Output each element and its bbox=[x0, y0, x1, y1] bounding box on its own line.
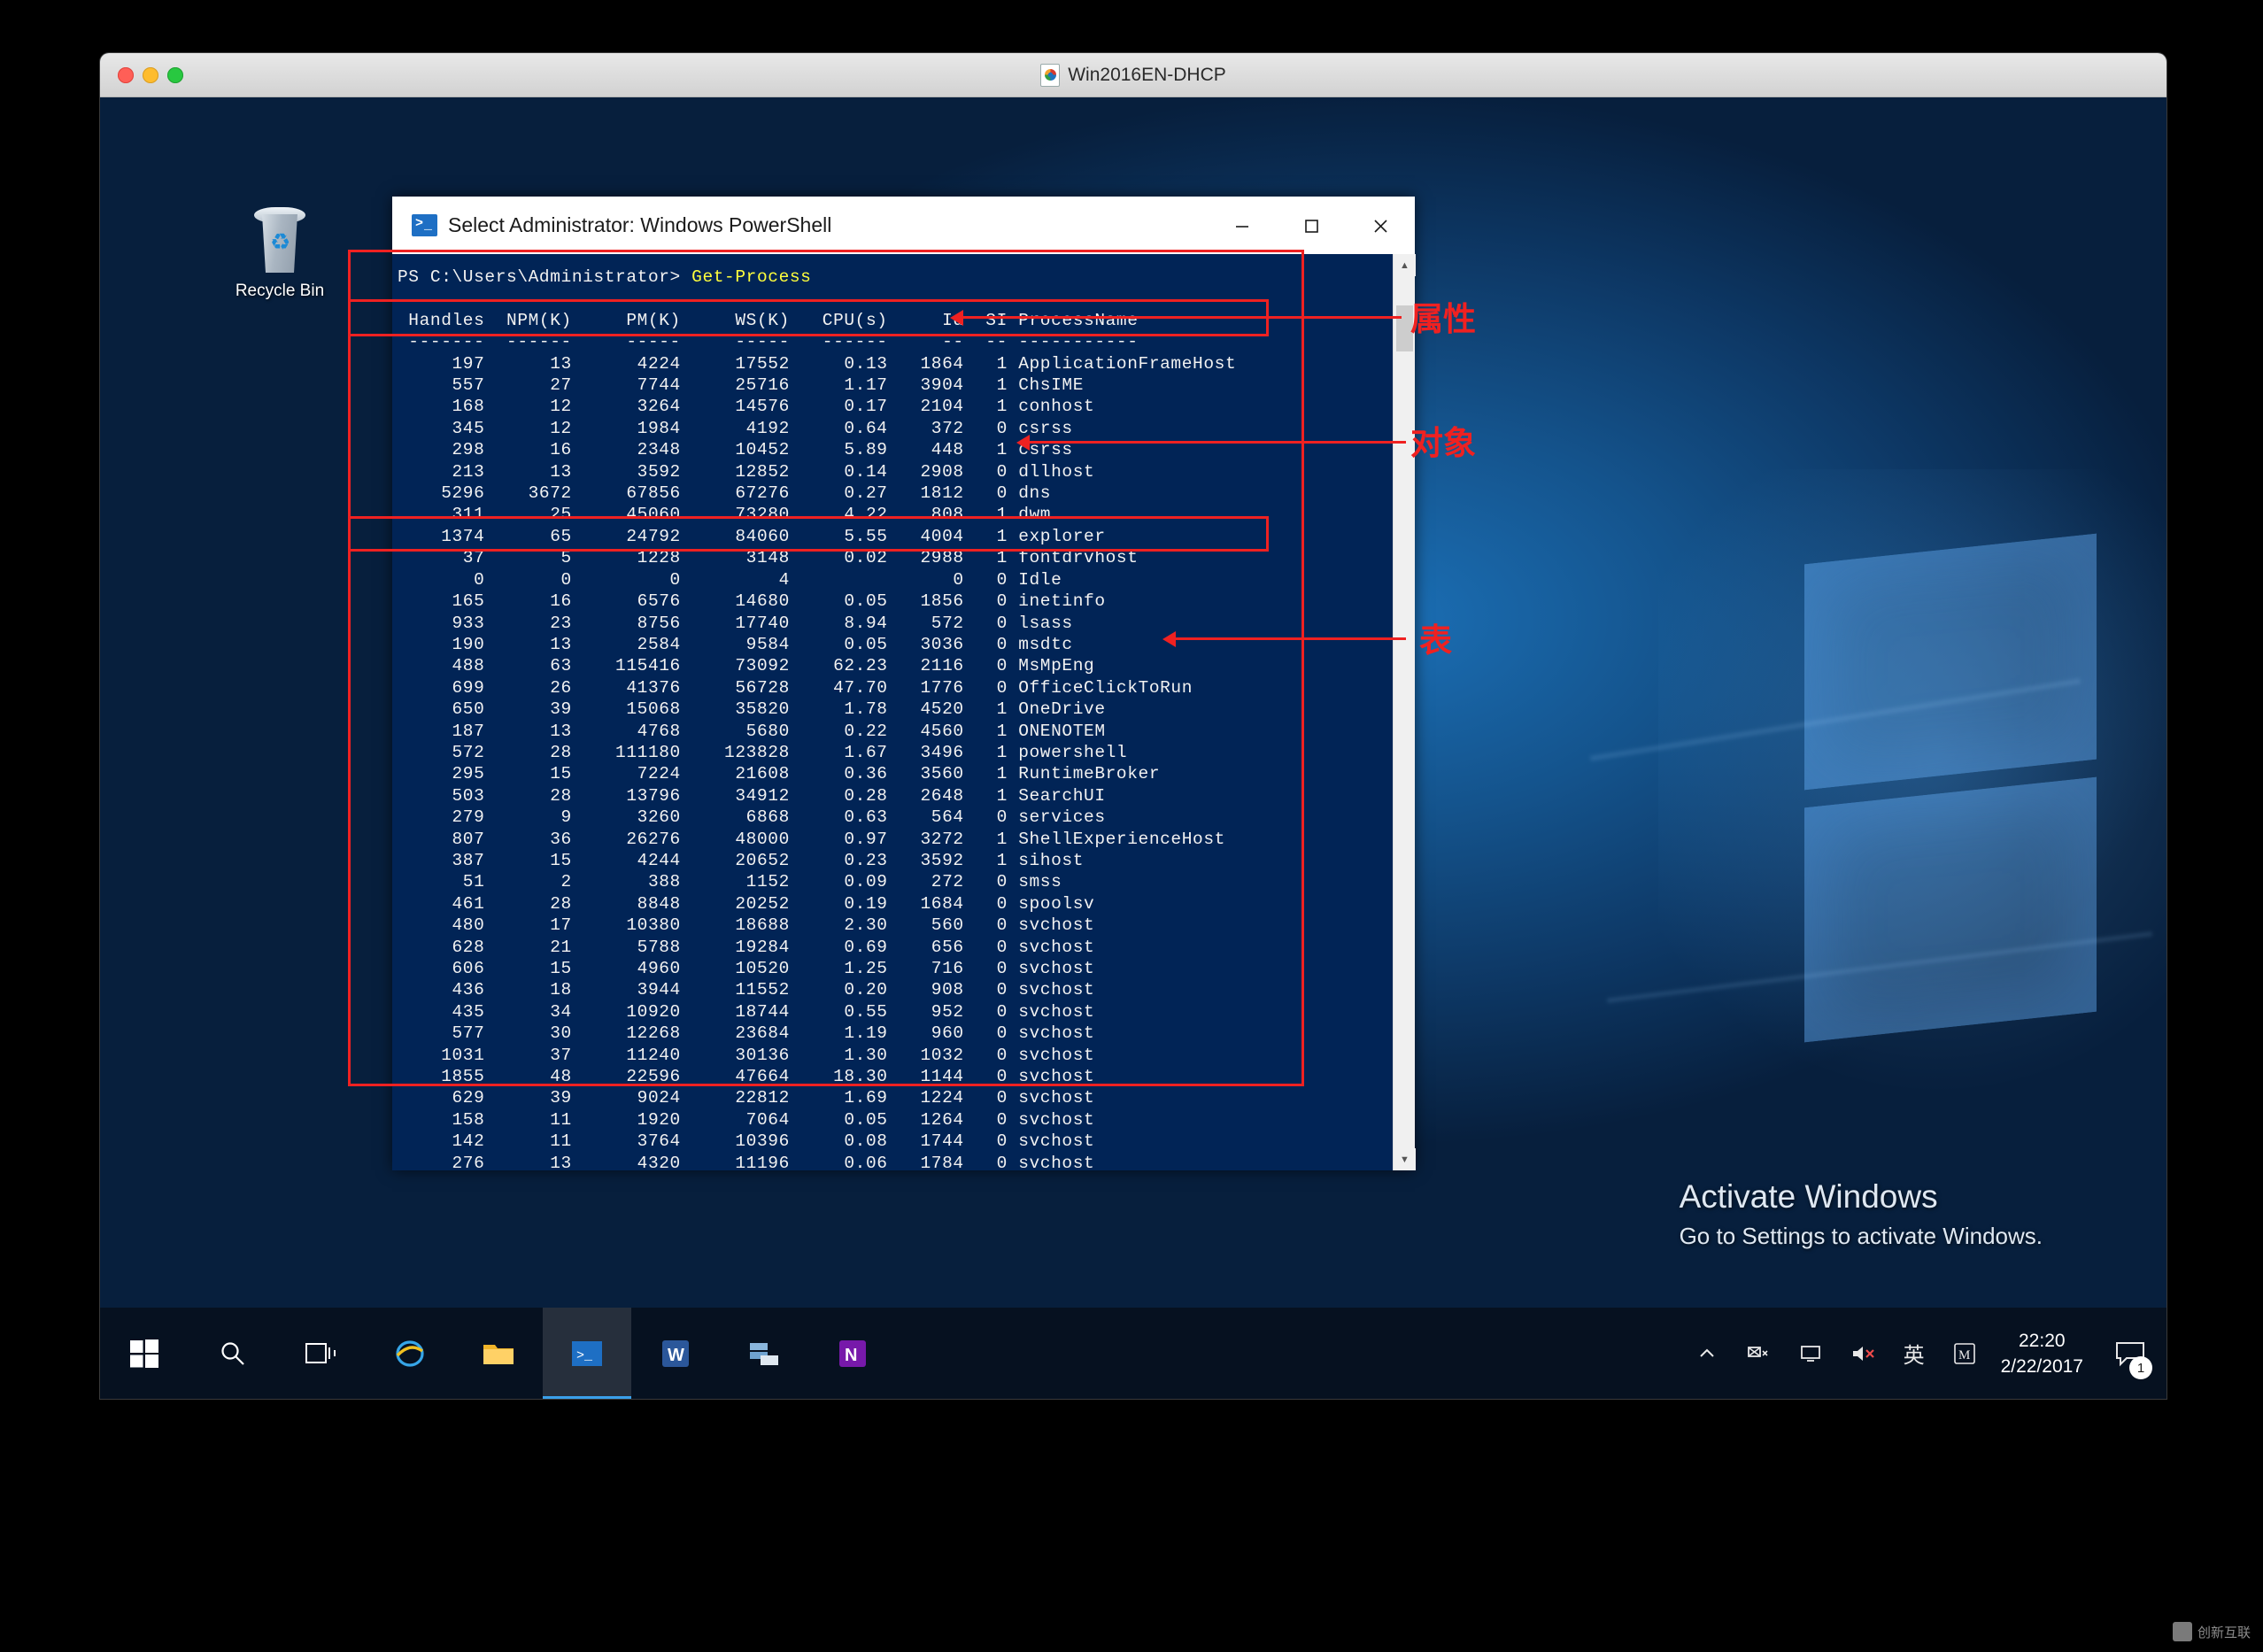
task-view-button[interactable] bbox=[277, 1308, 366, 1399]
watermark-logo-icon bbox=[2172, 1622, 2192, 1641]
windows-desktop: ♻ Recycle Bin Select Administrator: Wind… bbox=[100, 97, 2166, 1399]
windows-taskbar: >_ W N 英 M 22:20 2/22/2017 1 bbox=[100, 1308, 2166, 1399]
onenote-button[interactable]: N bbox=[808, 1308, 897, 1399]
powershell-window: Select Administrator: Windows PowerShell… bbox=[392, 197, 1416, 1170]
display-icon[interactable] bbox=[1785, 1343, 1836, 1364]
ime-language-icon[interactable]: 英 bbox=[1889, 1338, 1939, 1369]
close-window-button[interactable] bbox=[118, 67, 134, 83]
svg-text:M: M bbox=[1958, 1348, 1970, 1363]
vm-app-icon bbox=[1040, 63, 1061, 87]
clock-date: 2/22/2017 bbox=[2000, 1355, 2083, 1377]
watermark-text: 创新互联 bbox=[2197, 1625, 2251, 1640]
scroll-down-arrow-icon[interactable]: ▼ bbox=[1394, 1148, 1416, 1170]
annotation-label-object: 对象 bbox=[1410, 424, 1476, 462]
activate-windows-watermark: Activate Windows Go to Settings to activ… bbox=[1680, 1178, 2043, 1250]
notification-center-button[interactable]: 1 bbox=[2101, 1308, 2159, 1399]
internet-explorer-button[interactable] bbox=[366, 1308, 454, 1399]
powershell-scrollbar[interactable]: ▲ ▼ bbox=[1393, 254, 1416, 1170]
annotation-arrow-object-icon bbox=[1016, 435, 1030, 451]
annotation-arrow-table-icon bbox=[1162, 631, 1176, 647]
server-manager-button[interactable] bbox=[720, 1308, 808, 1399]
virtual-machine-window: Win2016EN-DHCP ♻ Recycle Bin Select Admi… bbox=[100, 53, 2166, 1399]
recycle-bin-label: Recycle Bin bbox=[235, 282, 325, 300]
powershell-icon bbox=[412, 214, 437, 236]
wallpaper-window-pane-bottom bbox=[1804, 776, 2097, 1043]
recycle-bin-icon: ♻ bbox=[245, 204, 314, 276]
ime-mode-icon[interactable]: M bbox=[1939, 1342, 1990, 1365]
svg-text:N: N bbox=[845, 1346, 857, 1365]
scroll-up-arrow-icon[interactable]: ▲ bbox=[1394, 254, 1416, 276]
powershell-taskbar-button[interactable]: >_ bbox=[543, 1308, 631, 1399]
powershell-maximize-button[interactable] bbox=[1277, 197, 1346, 254]
mac-title-group: Win2016EN-DHCP bbox=[1040, 63, 1226, 87]
taskbar-clock[interactable]: 22:20 2/22/2017 bbox=[1990, 1328, 2101, 1379]
volume-muted-icon[interactable] bbox=[1836, 1343, 1889, 1364]
svg-text:W: W bbox=[668, 1346, 684, 1365]
powershell-titlebar[interactable]: Select Administrator: Windows PowerShell bbox=[392, 197, 1415, 254]
annotation-label-table: 表 bbox=[1419, 621, 1452, 660]
annotation-leader-properties bbox=[959, 316, 1402, 319]
vm-window-title: Win2016EN-DHCP bbox=[1068, 64, 1226, 85]
mac-titlebar: Win2016EN-DHCP bbox=[100, 53, 2166, 97]
window-traffic-lights[interactable] bbox=[118, 67, 183, 83]
word-button[interactable]: W bbox=[631, 1308, 720, 1399]
activate-windows-title: Activate Windows bbox=[1679, 1178, 1938, 1215]
powershell-console-output: PS C:\Users\Administrator> Get-Process H… bbox=[398, 267, 1237, 1170]
powershell-window-title: Select Administrator: Windows PowerShell bbox=[448, 213, 832, 236]
maximize-window-button[interactable] bbox=[167, 67, 183, 83]
notification-badge: 1 bbox=[2129, 1356, 2152, 1379]
annotation-leader-object bbox=[1025, 441, 1406, 444]
wallpaper-window-pane-top bbox=[1804, 533, 2097, 791]
desktop-icon-recycle-bin[interactable]: ♻ Recycle Bin bbox=[213, 204, 346, 301]
minimize-window-button[interactable] bbox=[143, 67, 158, 83]
file-explorer-button[interactable] bbox=[454, 1308, 543, 1399]
start-button[interactable] bbox=[100, 1308, 189, 1399]
svg-text:>_: >_ bbox=[576, 1348, 593, 1363]
powershell-console-body[interactable]: PS C:\Users\Administrator> Get-Process H… bbox=[392, 254, 1415, 1170]
powershell-minimize-button[interactable] bbox=[1208, 197, 1277, 254]
network-icon[interactable] bbox=[1732, 1343, 1785, 1364]
activate-windows-subtitle: Go to Settings to activate Windows. bbox=[1679, 1223, 2043, 1249]
annotation-label-properties: 属性 bbox=[1410, 300, 1476, 338]
annotation-leader-table bbox=[1171, 637, 1406, 640]
search-button[interactable] bbox=[189, 1308, 277, 1399]
annotation-arrow-properties-icon bbox=[950, 310, 963, 326]
system-tray: 英 M 22:20 2/22/2017 1 bbox=[1682, 1308, 2166, 1399]
show-hidden-icons-button[interactable] bbox=[1682, 1343, 1732, 1364]
powershell-close-button[interactable] bbox=[1346, 197, 1415, 254]
site-watermark: 创新互联 bbox=[2172, 1622, 2251, 1641]
clock-time: 22:20 bbox=[2019, 1330, 2066, 1351]
